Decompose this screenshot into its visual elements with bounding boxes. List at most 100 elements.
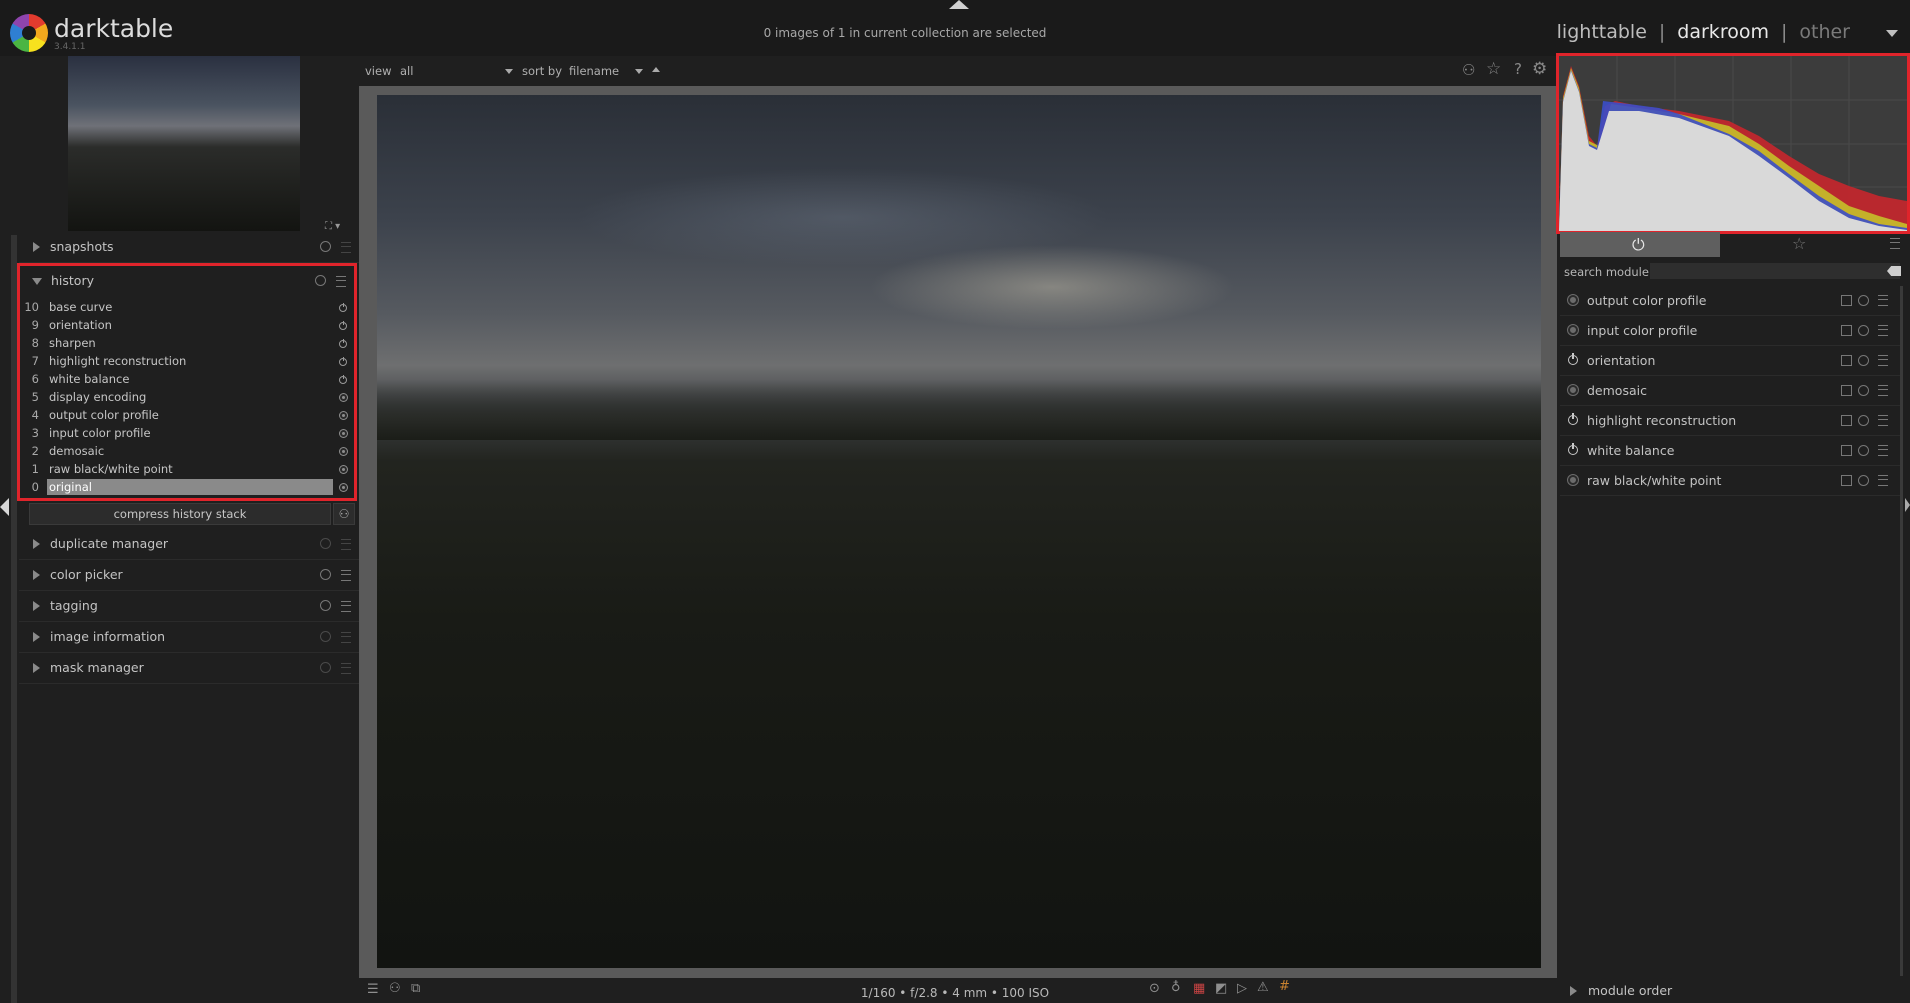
module-row[interactable]: white balance <box>1560 436 1900 466</box>
presets-menu-icon[interactable] <box>341 570 351 581</box>
module-row[interactable]: highlight reconstruction <box>1560 406 1900 436</box>
thumbnail-zoom-icon[interactable]: ⛶ ▾ <box>325 221 340 232</box>
power-icon[interactable]: ⏻ <box>1632 235 1645 255</box>
sort-select[interactable]: filename <box>569 64 619 78</box>
history-item[interactable]: 1 raw black/white point <box>20 461 354 479</box>
module-order[interactable]: module order <box>1560 980 1900 1002</box>
presets-menu-icon[interactable] <box>341 242 351 253</box>
power-icon[interactable] <box>1568 325 1578 335</box>
history-item[interactable]: 4 output color profile <box>20 407 354 425</box>
history-item[interactable]: 8 sharpen <box>20 335 354 353</box>
module-color-picker[interactable]: color picker <box>19 560 359 591</box>
collapse-right-panel-icon[interactable] <box>1905 498 1910 512</box>
module-mask-manager[interactable]: mask manager <box>19 653 359 684</box>
presets-menu-icon[interactable] <box>1878 325 1888 336</box>
presets-menu-icon[interactable] <box>1878 475 1888 486</box>
view-other[interactable]: other <box>1799 21 1850 43</box>
expand-arrow-icon <box>33 570 40 580</box>
view-filter-select[interactable]: all <box>400 64 413 78</box>
module-row[interactable]: input color profile <box>1560 316 1900 346</box>
navigation-thumbnail[interactable] <box>68 56 300 231</box>
module-image-information[interactable]: image information <box>19 622 359 653</box>
presets-menu-icon[interactable] <box>341 539 351 550</box>
expand-arrow-icon <box>33 632 40 642</box>
sort-order-icon[interactable] <box>652 67 660 72</box>
module-tagging[interactable]: tagging <box>19 591 359 622</box>
grouping-icon[interactable]: ⚇ <box>1462 61 1475 79</box>
chevron-down-icon[interactable] <box>1886 30 1898 37</box>
history-module: history 10 base curve 9 orientation 8 sharpen… <box>17 263 357 501</box>
view-darkroom[interactable]: darkroom <box>1677 21 1769 43</box>
history-item[interactable]: 3 input color profile <box>20 425 354 443</box>
multi-instance-icon[interactable] <box>1841 295 1852 306</box>
reset-icon[interactable] <box>315 275 326 286</box>
presets-menu-icon[interactable] <box>1878 295 1888 306</box>
gear-icon[interactable]: ⚙ <box>1532 59 1547 79</box>
multi-instance-icon[interactable] <box>1841 445 1852 456</box>
chevron-down-icon[interactable] <box>505 69 513 74</box>
presets-menu-icon[interactable] <box>336 276 346 287</box>
multi-instance-icon[interactable] <box>1841 355 1852 366</box>
history-item[interactable]: 5 display encoding <box>20 389 354 407</box>
presets-menu-icon[interactable] <box>1878 415 1888 426</box>
history-item[interactable]: 9 orientation <box>20 317 354 335</box>
multi-instance-icon[interactable] <box>1841 385 1852 396</box>
reset-icon[interactable] <box>1858 385 1869 396</box>
reset-icon[interactable] <box>320 569 331 580</box>
help-icon[interactable]: ? <box>1514 60 1522 78</box>
reset-icon[interactable] <box>1858 445 1869 456</box>
history-item[interactable]: 10 base curve <box>20 299 354 317</box>
reset-icon[interactable] <box>320 631 331 642</box>
module-duplicate-manager[interactable]: duplicate manager <box>19 529 359 560</box>
presets-menu-icon[interactable] <box>1890 238 1900 249</box>
presets-menu-icon[interactable] <box>1878 445 1888 456</box>
module-row[interactable]: demosaic <box>1560 376 1900 406</box>
multi-instance-icon[interactable] <box>1841 415 1852 426</box>
reset-icon[interactable] <box>1858 295 1869 306</box>
reset-icon[interactable] <box>1858 355 1869 366</box>
reset-icon[interactable] <box>320 538 331 549</box>
right-panel-scrollbar[interactable] <box>1900 286 1903 976</box>
presets-menu-icon[interactable] <box>341 601 351 612</box>
module-row[interactable]: raw black/white point <box>1560 466 1900 496</box>
module-snapshots[interactable]: snapshots <box>19 232 359 263</box>
create-style-icon[interactable]: ⚇ <box>333 503 355 525</box>
collapse-top-panel-icon[interactable] <box>949 0 969 9</box>
module-history[interactable]: history <box>20 266 354 296</box>
power-icon[interactable] <box>1568 413 1578 425</box>
presets-menu-icon[interactable] <box>1878 355 1888 366</box>
module-row[interactable]: orientation <box>1560 346 1900 376</box>
compress-history-button[interactable]: compress history stack <box>29 503 331 525</box>
multi-instance-icon[interactable] <box>1841 475 1852 486</box>
power-icon[interactable] <box>1568 443 1578 455</box>
power-icon[interactable] <box>1568 353 1578 365</box>
histogram[interactable] <box>1556 53 1910 234</box>
reset-icon[interactable] <box>320 600 331 611</box>
chevron-down-icon[interactable] <box>635 69 643 74</box>
history-item[interactable]: 7 highlight reconstruction <box>20 353 354 371</box>
reset-icon[interactable] <box>1858 325 1869 336</box>
power-icon[interactable] <box>1568 385 1578 395</box>
history-item-name: highlight reconstruction <box>49 354 187 368</box>
history-item[interactable]: 2 demosaic <box>20 443 354 461</box>
search-module-input[interactable] <box>1650 263 1900 279</box>
history-item[interactable]: 6 white balance <box>20 371 354 389</box>
power-icon[interactable] <box>1568 475 1578 485</box>
main-image[interactable] <box>377 95 1541 968</box>
presets-menu-icon[interactable] <box>341 663 351 674</box>
star-icon[interactable]: ☆ <box>1792 234 1806 253</box>
reset-icon[interactable] <box>1858 475 1869 486</box>
view-lighttable[interactable]: lighttable <box>1557 21 1647 43</box>
collapse-left-panel-icon[interactable] <box>0 498 9 516</box>
presets-menu-icon[interactable] <box>1878 385 1888 396</box>
presets-menu-icon[interactable] <box>341 632 351 643</box>
reset-icon[interactable] <box>320 241 331 252</box>
multi-instance-icon[interactable] <box>1841 325 1852 336</box>
history-item-name: orientation <box>49 318 112 332</box>
star-icon[interactable]: ☆ <box>1486 59 1501 79</box>
module-row[interactable]: output color profile <box>1560 286 1900 316</box>
reset-icon[interactable] <box>1858 415 1869 426</box>
reset-icon[interactable] <box>320 662 331 673</box>
history-item[interactable]: 0 original <box>20 479 354 497</box>
power-icon[interactable] <box>1568 295 1578 305</box>
